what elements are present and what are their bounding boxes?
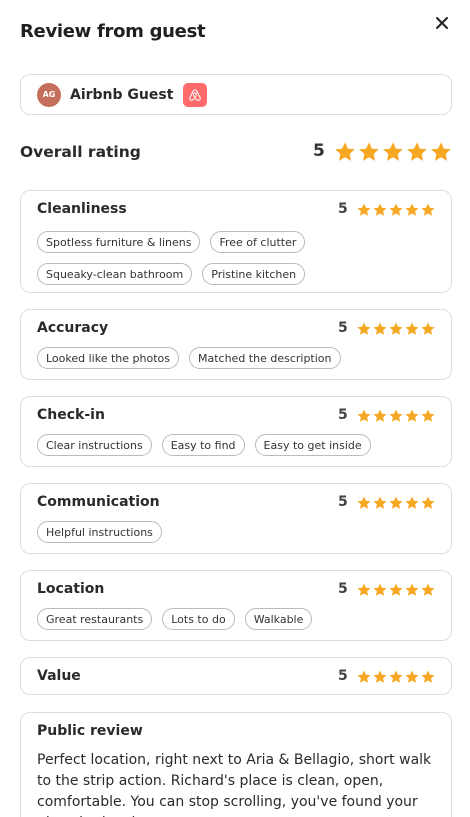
category-card-cleanliness: Cleanliness 5 Spotless furniture & linens F…: [20, 190, 452, 293]
tag-chip: Spotless furniture & linens: [37, 231, 201, 253]
tag-list: Clear instructions Easy to find Easy to ge…: [37, 434, 435, 456]
tag-chip: Great restaurants: [37, 608, 153, 630]
star-icon: [388, 669, 404, 685]
category-card-location: Location 5 Great restaurants Lots to do Walk…: [20, 570, 452, 641]
category-score: 5: [338, 201, 348, 217]
star-icon: [420, 582, 436, 598]
star-icon: [404, 408, 420, 424]
tag-chip: Walkable: [244, 608, 313, 630]
tag-chip: Helpful instructions: [37, 521, 162, 543]
tag-chip: Easy to find: [161, 434, 245, 456]
overall-rating: Overall rating 5: [20, 138, 452, 168]
tag-list: Looked like the photos Matched the descri…: [37, 347, 435, 369]
star-icon: [356, 408, 372, 424]
tag-chip: Looked like the photos: [37, 347, 179, 369]
tag-chip: Squeaky-clean bathroom: [37, 263, 193, 285]
star-icon: [356, 321, 372, 337]
category-score: 5: [338, 668, 348, 684]
category-stars: [356, 582, 436, 598]
star-icon: [420, 495, 436, 511]
star-icon: [357, 140, 381, 164]
star-icon: [356, 582, 372, 598]
guest-card: AG Airbnb Guest: [20, 74, 452, 115]
star-icon: [381, 140, 405, 164]
tag-list: Great restaurants Lots to do Walkable: [37, 608, 435, 630]
star-icon: [333, 140, 357, 164]
category-card-value: Value 5: [20, 657, 452, 695]
category-stars: [356, 495, 436, 511]
tag-chip: Matched the description: [188, 347, 341, 369]
star-icon: [372, 582, 388, 598]
category-name: Cleanliness: [37, 201, 127, 217]
close-icon: [435, 16, 449, 30]
star-icon: [420, 321, 436, 337]
category-card-check-in: Check-in 5 Clear instructions Easy to find E…: [20, 396, 452, 467]
airbnb-logo-icon: [183, 82, 208, 107]
overall-rating-label: Overall rating: [20, 143, 141, 161]
category-name: Value: [37, 668, 81, 684]
public-review-text: Perfect location, right next to Aria & B…: [37, 752, 432, 817]
review-modal: Review from guest AG Airbnb Guest Overal…: [0, 0, 470, 817]
star-icon: [405, 140, 429, 164]
page-title: Review from guest: [20, 21, 206, 42]
category-stars: [356, 408, 436, 424]
star-icon: [372, 408, 388, 424]
category-name: Communication: [37, 494, 160, 510]
category-card-accuracy: Accuracy 5 Looked like the photos Matched t…: [20, 309, 452, 380]
overall-stars: [333, 140, 453, 164]
overall-rating-score: 5: [313, 141, 325, 161]
star-icon: [372, 321, 388, 337]
star-icon: [372, 495, 388, 511]
star-icon: [388, 321, 404, 337]
public-review-card: Public review Perfect location, right ne…: [20, 712, 452, 817]
category-name: Check-in: [37, 407, 105, 423]
category-stars: [356, 202, 436, 218]
tag-chip: Pristine kitchen: [202, 263, 306, 285]
category-score: 5: [338, 494, 348, 510]
category-stars: [356, 669, 436, 685]
star-icon: [372, 669, 388, 685]
category-score: 5: [338, 320, 348, 336]
star-icon: [420, 669, 436, 685]
tag-chip: Clear instructions: [37, 434, 152, 456]
star-icon: [404, 669, 420, 685]
star-icon: [388, 495, 404, 511]
category-name: Location: [37, 581, 105, 597]
tag-list: Spotless furniture & linens Free of clutt…: [37, 231, 435, 285]
star-icon: [372, 202, 388, 218]
category-name: Accuracy: [37, 320, 109, 336]
star-icon: [388, 202, 404, 218]
category-stars: [356, 321, 436, 337]
star-icon: [420, 408, 436, 424]
tag-chip: Lots to do: [162, 608, 235, 630]
tag-chip: Free of clutter: [210, 231, 306, 253]
avatar: AG: [37, 82, 61, 107]
public-review-title: Public review: [37, 723, 143, 739]
star-icon: [429, 140, 453, 164]
star-icon: [404, 202, 420, 218]
star-icon: [388, 408, 404, 424]
star-icon: [356, 669, 372, 685]
category-card-communication: Communication 5 Helpful instructions: [20, 483, 452, 554]
category-score: 5: [338, 407, 348, 423]
category-score: 5: [338, 581, 348, 597]
star-icon: [356, 202, 372, 218]
star-icon: [420, 202, 436, 218]
guest-name: Airbnb Guest: [70, 86, 174, 103]
modal-header: Review from guest: [20, 17, 458, 47]
tag-chip: Easy to get inside: [254, 434, 371, 456]
star-icon: [404, 495, 420, 511]
star-icon: [388, 582, 404, 598]
star-icon: [404, 321, 420, 337]
star-icon: [404, 582, 420, 598]
close-button[interactable]: [430, 11, 454, 35]
tag-list: Helpful instructions: [37, 521, 435, 543]
star-icon: [356, 495, 372, 511]
